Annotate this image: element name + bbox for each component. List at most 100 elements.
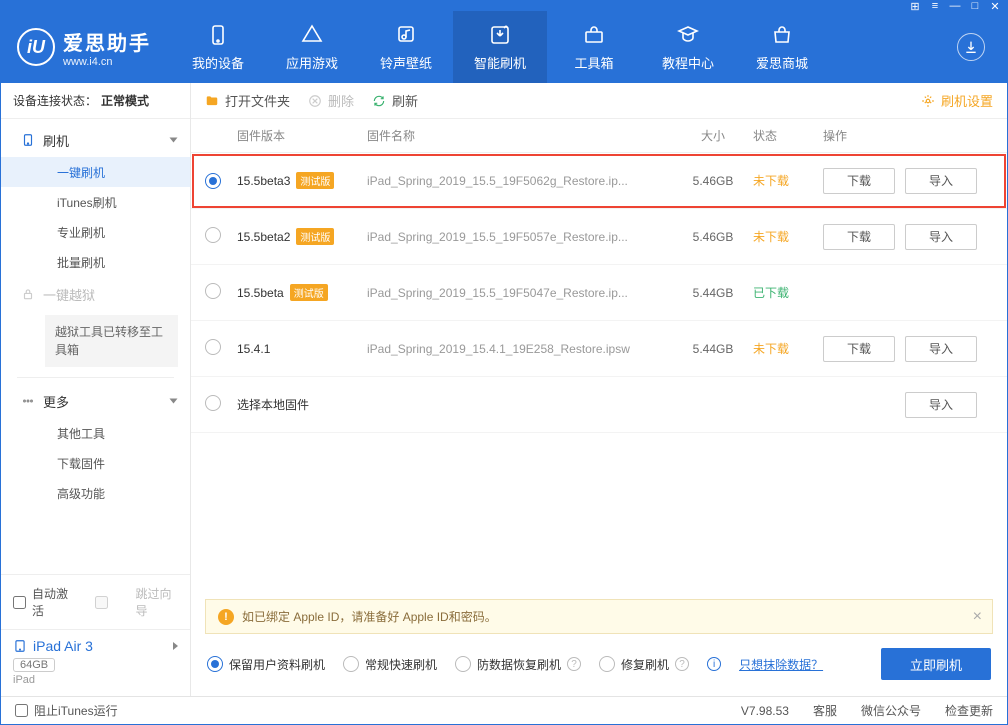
version-label: V7.98.53 [741, 704, 789, 718]
device-info[interactable]: iPad Air 3 64GB iPad [1, 629, 190, 696]
nav-label: 我的设备 [192, 53, 244, 72]
nav-device[interactable]: 我的设备 [171, 11, 265, 83]
tutorial-icon [676, 23, 700, 47]
download-button[interactable]: 下载 [823, 336, 895, 362]
info-icon[interactable]: i [707, 657, 721, 671]
nav-flash[interactable]: 智能刷机 [453, 11, 547, 83]
row-status: 未下载 [753, 340, 823, 357]
maximize-icon[interactable]: □ [969, 0, 981, 12]
sidebar-group-jailbreak: 一键越狱 [1, 277, 190, 311]
row-size: 5.46GB [673, 174, 753, 188]
ring-icon [394, 23, 418, 47]
nav-tools[interactable]: 工具箱 [547, 11, 641, 83]
th-status: 状态 [753, 127, 823, 144]
nav-store[interactable]: 爱思商城 [735, 11, 829, 83]
banner-close-icon[interactable]: × [973, 608, 982, 626]
sidebar-group-more[interactable]: 更多 [1, 384, 190, 418]
radio-icon[interactable] [455, 656, 471, 672]
download-manager-icon[interactable] [957, 33, 985, 61]
row-filename: iPad_Spring_2019_15.4.1_19E258_Restore.i… [367, 342, 673, 356]
chevron-down-icon [170, 138, 178, 143]
row-radio[interactable] [205, 173, 221, 189]
download-button[interactable]: 下载 [823, 168, 895, 194]
sidebar-item-pro[interactable]: 专业刷机 [1, 217, 190, 247]
main-content: 打开文件夹 删除 刷新 刷机设置 固件版本 固件名称 大小 状态 操作 [191, 83, 1007, 696]
import-button[interactable]: 导入 [905, 224, 977, 250]
customer-service-link[interactable]: 客服 [813, 702, 837, 719]
row-status: 已下载 [753, 284, 823, 301]
flash-now-button[interactable]: 立即刷机 [881, 648, 991, 680]
table-row[interactable]: 15.5beta3测试版 iPad_Spring_2019_15.5_19F50… [191, 153, 1007, 209]
sidebar-separator [17, 377, 174, 378]
auto-activate-input[interactable] [13, 596, 26, 609]
close-icon[interactable]: ✕ [989, 0, 1001, 12]
open-folder-button[interactable]: 打开文件夹 [205, 91, 290, 110]
download-button[interactable]: 下载 [823, 224, 895, 250]
row-radio[interactable] [205, 395, 221, 411]
table-row[interactable]: 15.4.1 iPad_Spring_2019_15.4.1_19E258_Re… [191, 321, 1007, 377]
sidebar-item-other[interactable]: 其他工具 [1, 418, 190, 448]
row-status: 未下载 [753, 228, 823, 245]
import-button[interactable]: 导入 [905, 168, 977, 194]
sidebar-item-one[interactable]: 一键刷机 [1, 157, 190, 187]
nav-label: 爱思商城 [756, 53, 808, 72]
logo[interactable]: iU 爱思助手 www.i4.cn [17, 27, 151, 68]
erase-data-link[interactable]: 只想抹除数据？ [739, 656, 823, 673]
radio-icon[interactable] [207, 656, 223, 672]
import-button[interactable]: 导入 [905, 392, 977, 418]
help-icon[interactable]: ? [675, 657, 689, 671]
sidebar-item-adv[interactable]: 高级功能 [1, 478, 190, 508]
header: iU 爱思助手 www.i4.cn 我的设备 应用游戏 铃声壁纸 智能刷机工具箱教程中… [1, 11, 1007, 83]
window-titlebar: ⊞ ≡ — □ ✕ [1, 1, 1007, 11]
th-version: 固件版本 [237, 127, 367, 144]
chevron-right-icon [173, 642, 178, 650]
toolbar: 打开文件夹 删除 刷新 刷机设置 [191, 83, 1007, 119]
table-row[interactable]: 15.5beta测试版 iPad_Spring_2019_15.5_19F504… [191, 265, 1007, 321]
delete-button: 删除 [308, 91, 354, 110]
refresh-button[interactable]: 刷新 [372, 91, 418, 110]
radio-icon[interactable] [599, 656, 615, 672]
block-itunes-input[interactable] [15, 704, 28, 717]
table-row[interactable]: 选择本地固件 导入 [191, 377, 1007, 433]
sidebar-item-dlfw[interactable]: 下载固件 [1, 448, 190, 478]
flash-opt-keep[interactable]: 保留用户资料刷机 [207, 656, 325, 673]
flash-settings-label: 刷机设置 [941, 91, 993, 110]
row-radio[interactable] [205, 227, 221, 243]
nav-apps[interactable]: 应用游戏 [265, 11, 359, 83]
device-name-label: iPad Air 3 [33, 638, 93, 654]
refresh-label: 刷新 [392, 91, 418, 110]
sidebar-item-batch[interactable]: 批量刷机 [1, 247, 190, 277]
block-itunes-checkbox[interactable]: 阻止iTunes运行 [15, 702, 118, 719]
sidebar: 设备连接状态： 正常模式 刷机 一键刷机iTunes刷机专业刷机批量刷机 一键越… [1, 83, 191, 696]
help-icon[interactable]: ? [567, 657, 581, 671]
row-filename: iPad_Spring_2019_15.5_19F5062g_Restore.i… [367, 174, 673, 188]
row-radio[interactable] [205, 339, 221, 355]
nav-label: 应用游戏 [286, 53, 338, 72]
auto-activate-checkbox[interactable]: 自动激活 跳过向导 [13, 585, 178, 619]
flash-options-bar: 保留用户资料刷机 常规快速刷机 防数据恢复刷机 ? 修复刷机 ? i 只想抹除数… [205, 642, 993, 686]
wechat-link[interactable]: 微信公众号 [861, 702, 921, 719]
flash-opt-antidata[interactable]: 防数据恢复刷机 ? [455, 656, 581, 673]
row-version: 15.5beta [237, 286, 284, 300]
flash-settings-button[interactable]: 刷机设置 [921, 91, 993, 110]
row-radio[interactable] [205, 283, 221, 299]
flash-opt-normal[interactable]: 常规快速刷机 [343, 656, 437, 673]
nav-label: 铃声壁纸 [380, 53, 432, 72]
check-update-link[interactable]: 检查更新 [945, 702, 993, 719]
banner-text: 如已绑定 Apple ID，请准备好 Apple ID和密码。 [242, 608, 497, 625]
row-size: 5.44GB [673, 286, 753, 300]
import-button[interactable]: 导入 [905, 336, 977, 362]
connection-status: 设备连接状态： 正常模式 [1, 83, 190, 119]
statusbar: 阻止iTunes运行 V7.98.53 客服 微信公众号 检查更新 [1, 696, 1007, 724]
sidebar-group-jailbreak-label: 一键越狱 [43, 285, 95, 304]
nav-tutorial[interactable]: 教程中心 [641, 11, 735, 83]
store-icon [770, 23, 794, 47]
row-version: 15.5beta2 [237, 230, 290, 244]
radio-icon[interactable] [343, 656, 359, 672]
table-row[interactable]: 15.5beta2测试版 iPad_Spring_2019_15.5_19F50… [191, 209, 1007, 265]
sidebar-group-flash[interactable]: 刷机 [1, 123, 190, 157]
sidebar-item-itunes[interactable]: iTunes刷机 [1, 187, 190, 217]
flash-opt-repair[interactable]: 修复刷机 ? [599, 656, 689, 673]
nav-ring[interactable]: 铃声壁纸 [359, 11, 453, 83]
connection-label: 设备连接状态： [13, 92, 97, 109]
